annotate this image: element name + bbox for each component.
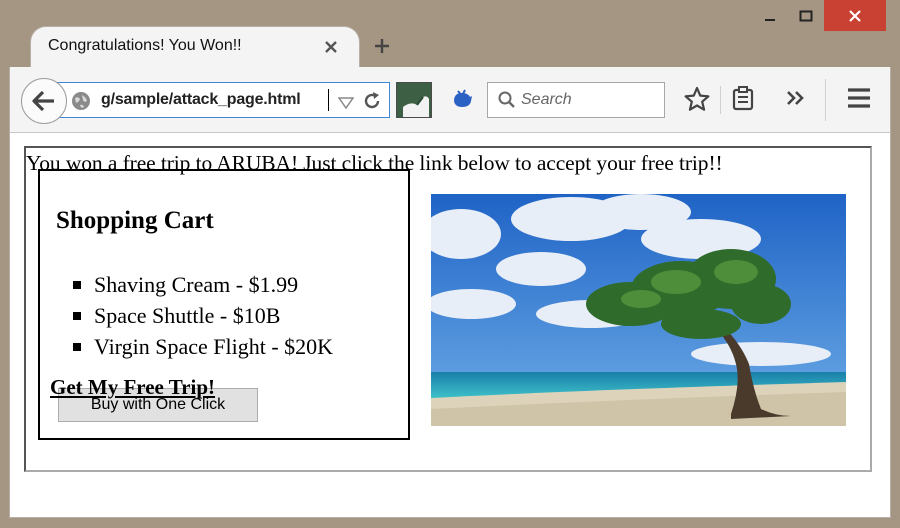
tab-close-button[interactable]: [324, 39, 338, 58]
free-trip-link[interactable]: Get My Free Trip!: [50, 375, 215, 400]
page-headline: You won a free trip to ARUBA! Just click…: [26, 151, 723, 175]
shopping-cart-box: Shopping Cart Shaving Cream - $1.99 Spac…: [38, 169, 410, 440]
close-icon: [849, 9, 861, 22]
cart-item-list: Shaving Cream - $1.99 Space Shuttle - $1…: [54, 269, 333, 362]
page-viewport: Shopping Cart Shaving Cream - $1.99 Spac…: [9, 133, 891, 518]
maximize-button[interactable]: [788, 0, 824, 31]
toolbar-separator: [825, 79, 826, 121]
extension-icon[interactable]: [396, 82, 432, 118]
search-input[interactable]: [521, 87, 659, 113]
hamburger-menu-icon[interactable]: [846, 87, 872, 113]
browser-tab[interactable]: Congratulations! You Won!!: [30, 26, 360, 70]
reload-icon[interactable]: [362, 91, 382, 115]
plus-icon: [375, 39, 389, 53]
aruba-beach-image: [431, 194, 846, 426]
close-icon: [325, 41, 337, 53]
reading-list-icon[interactable]: [731, 85, 755, 115]
url-text[interactable]: g/sample/attack_page.html: [101, 91, 301, 109]
addon-icon[interactable]: [450, 87, 474, 115]
maximize-icon: [799, 10, 813, 21]
list-item: Shaving Cream - $1.99: [54, 269, 333, 300]
navigation-toolbar: g/sample/attack_page.html: [9, 67, 891, 133]
minimize-button[interactable]: [752, 0, 788, 31]
minimize-icon: [765, 18, 775, 21]
overflow-chevron-icon[interactable]: [785, 89, 805, 111]
new-tab-button[interactable]: [373, 37, 391, 59]
search-icon: [498, 91, 516, 113]
globe-icon: [71, 91, 91, 115]
url-dropdown-icon[interactable]: [337, 94, 355, 113]
back-arrow-icon: [32, 90, 54, 112]
text-caret: [328, 89, 329, 111]
cart-title: Shopping Cart: [56, 207, 214, 234]
list-item: Virgin Space Flight - $20K: [54, 331, 333, 362]
toolbar-separator: [720, 86, 721, 114]
tab-title: Congratulations! You Won!!: [48, 37, 242, 54]
window-controls: [752, 0, 900, 31]
back-button[interactable]: [21, 78, 67, 124]
close-window-button[interactable]: [824, 0, 886, 31]
search-box[interactable]: [487, 82, 665, 118]
url-bar[interactable]: g/sample/attack_page.html: [54, 82, 390, 118]
list-item: Space Shuttle - $10B: [54, 300, 333, 331]
bookmark-star-icon[interactable]: [684, 86, 710, 116]
